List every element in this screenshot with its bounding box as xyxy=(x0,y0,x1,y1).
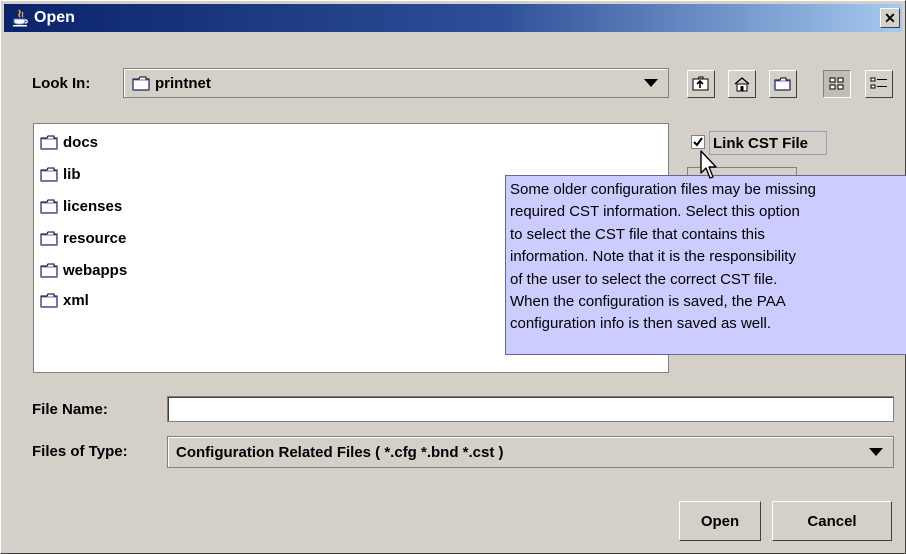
chevron-down-icon[interactable] xyxy=(644,79,658,87)
file-name: webapps xyxy=(63,261,128,279)
tooltip-line: to select the CST file that contains thi… xyxy=(510,225,765,243)
file-name: licenses xyxy=(63,197,123,215)
look-in-combo[interactable]: printnet xyxy=(123,68,669,98)
files-of-type-label: Files of Type: xyxy=(32,443,128,460)
folder-icon xyxy=(40,293,58,307)
list-item[interactable]: xml xyxy=(40,288,89,312)
tooltip-line: configuration info is then saved as well… xyxy=(510,315,771,333)
details-view-button[interactable] xyxy=(865,70,893,98)
tooltip-line: required CST information. Select this op… xyxy=(510,203,800,221)
tooltip-line: of the user to select the correct CST fi… xyxy=(510,270,778,288)
files-of-type-value: Configuration Related Files ( *.cfg *.bn… xyxy=(176,443,504,461)
mouse-pointer-icon xyxy=(700,150,717,179)
new-folder-icon xyxy=(774,77,791,91)
list-item[interactable]: resource xyxy=(40,226,126,250)
folder-icon xyxy=(40,263,58,277)
title-bar[interactable]: Open ✕ xyxy=(4,4,902,32)
tooltip-line: Some older configuration files may be mi… xyxy=(510,181,816,198)
folder-icon xyxy=(40,167,58,181)
link-cst-label[interactable]: Link CST File xyxy=(709,131,827,155)
folder-icon xyxy=(132,76,150,90)
file-name-label: File Name: xyxy=(32,401,108,418)
chevron-down-icon[interactable] xyxy=(869,448,883,456)
tooltip-line: When the configuration is saved, the PAA xyxy=(510,293,786,311)
file-name: xml xyxy=(63,291,89,309)
checkmark-icon xyxy=(693,137,703,147)
list-view-icon xyxy=(829,77,844,90)
cancel-button[interactable]: Cancel xyxy=(772,501,892,541)
home-button[interactable] xyxy=(728,70,756,98)
file-name-field[interactable] xyxy=(167,396,894,422)
open-dialog: Open ✕ Look In: printnet docs lib licens… xyxy=(0,0,906,554)
link-cst-checkbox[interactable] xyxy=(691,135,705,149)
folder-icon xyxy=(40,199,58,213)
close-button[interactable]: ✕ xyxy=(880,8,900,28)
java-app-icon xyxy=(13,9,28,27)
folder-icon xyxy=(40,135,58,149)
close-icon: ✕ xyxy=(884,10,896,26)
tooltip: Some older configuration files may be mi… xyxy=(505,175,906,355)
list-view-button[interactable] xyxy=(823,70,851,98)
folder-icon xyxy=(40,231,58,245)
up-one-level-icon xyxy=(692,76,709,91)
look-in-label: Look In: xyxy=(32,75,91,92)
details-view-icon xyxy=(870,77,887,89)
tooltip-line: information. Note that it is the respons… xyxy=(510,248,796,266)
file-name: docs xyxy=(63,133,99,151)
list-item[interactable]: docs xyxy=(40,130,98,154)
new-folder-button[interactable] xyxy=(769,70,797,98)
open-button[interactable]: Open xyxy=(679,501,761,541)
home-icon xyxy=(734,77,750,92)
up-one-level-button[interactable] xyxy=(687,70,715,98)
file-name: resource xyxy=(63,229,127,247)
window-title: Open xyxy=(34,9,75,26)
list-item[interactable]: licenses xyxy=(40,194,122,218)
list-item[interactable]: lib xyxy=(40,162,81,186)
look-in-value: printnet xyxy=(155,74,211,92)
files-of-type-combo[interactable]: Configuration Related Files ( *.cfg *.bn… xyxy=(167,436,894,468)
file-name: lib xyxy=(63,165,81,183)
list-item[interactable]: webapps xyxy=(40,258,127,282)
